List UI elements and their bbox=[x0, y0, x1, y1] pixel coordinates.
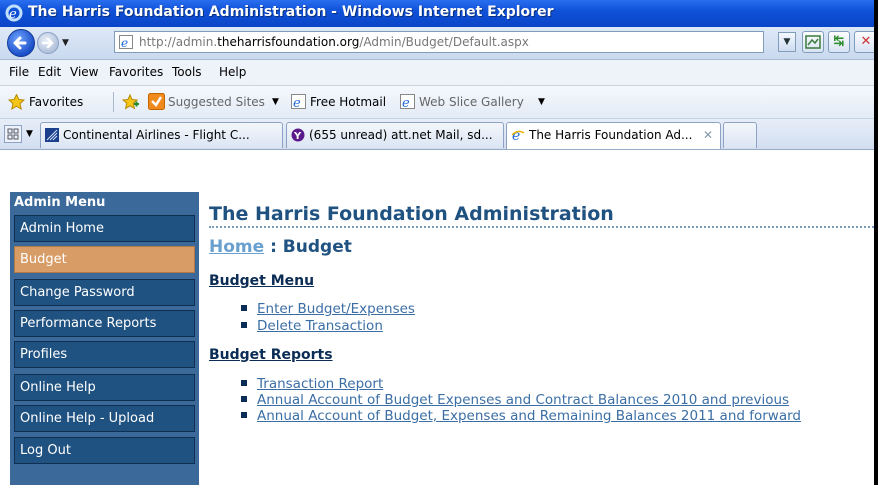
web-slice-dropdown-icon[interactable]: ▼ bbox=[538, 97, 545, 107]
budget-menu-heading: Budget Menu bbox=[209, 273, 315, 289]
forward-arrow-icon bbox=[41, 37, 54, 49]
svg-text:e: e bbox=[512, 128, 520, 142]
window-title: The Harris Foundation Administration - W… bbox=[28, 4, 554, 20]
menu-view[interactable]: View bbox=[70, 65, 98, 79]
continental-icon bbox=[45, 128, 59, 142]
page-ie-icon: e bbox=[119, 35, 133, 49]
stop-icon: ✕ bbox=[860, 34, 872, 49]
forward-button[interactable] bbox=[37, 32, 59, 54]
svg-text:Y: Y bbox=[293, 131, 302, 142]
budget-reports-heading: Budget Reports bbox=[209, 347, 333, 363]
sidebar-item-online-help[interactable]: Online Help bbox=[14, 374, 195, 401]
recent-pages-dropdown-icon[interactable]: ▼ bbox=[62, 38, 69, 48]
navigation-bar: ▼ e http://admin.theharrisfoundation.org… bbox=[0, 27, 874, 60]
web-slice-gallery-link[interactable]: Web Slice Gallery bbox=[419, 95, 524, 109]
svg-text:e: e bbox=[402, 96, 410, 109]
sidebar-item-change-password[interactable]: Change Password bbox=[14, 279, 195, 306]
web-slice-ie-icon: e bbox=[400, 94, 415, 109]
ie-icon: e bbox=[511, 128, 525, 142]
transaction-report-link[interactable]: Transaction Report bbox=[257, 376, 383, 392]
menu-file[interactable]: File bbox=[9, 65, 29, 79]
free-hotmail-link[interactable]: Free Hotmail bbox=[310, 95, 386, 109]
suggested-sites-link[interactable]: Suggested Sites bbox=[168, 95, 265, 109]
favorites-button[interactable]: Favorites bbox=[29, 95, 83, 109]
bullet bbox=[241, 305, 247, 311]
list-item: Annual Account of Budget Expenses and Co… bbox=[241, 393, 789, 407]
breadcrumb-home-link[interactable]: Home bbox=[209, 237, 264, 257]
tab-list-dropdown-icon[interactable]: ▼ bbox=[26, 129, 33, 139]
new-tab-button[interactable] bbox=[723, 122, 757, 148]
add-favorites-icon[interactable] bbox=[122, 94, 140, 110]
sidebar-item-admin-home[interactable]: Admin Home bbox=[14, 215, 195, 242]
refresh-button[interactable]: ↹ bbox=[828, 31, 850, 53]
window-edge bbox=[874, 0, 878, 485]
compatibility-view-button[interactable] bbox=[802, 31, 824, 53]
bullet bbox=[241, 412, 247, 418]
sidebar-item-profiles[interactable]: Profiles bbox=[14, 341, 195, 368]
enter-budget-expenses-link[interactable]: Enter Budget/Expenses bbox=[257, 301, 415, 317]
compatibility-icon bbox=[805, 35, 821, 49]
suggested-sites-icon bbox=[148, 93, 165, 110]
delete-transaction-link[interactable]: Delete Transaction bbox=[257, 318, 383, 334]
bullet bbox=[241, 322, 247, 328]
ie-logo-icon: e bbox=[5, 4, 23, 22]
sidebar-item-online-help-upload[interactable]: Online Help - Upload bbox=[14, 405, 195, 432]
list-item: Delete Transaction bbox=[241, 319, 383, 333]
sidebar-item-budget[interactable]: Budget bbox=[14, 246, 195, 273]
menu-bar: File Edit View Favorites Tools Help bbox=[0, 60, 874, 86]
menu-edit[interactable]: Edit bbox=[38, 65, 61, 79]
favorites-star-icon bbox=[8, 94, 25, 110]
page-title: The Harris Foundation Administration bbox=[209, 203, 614, 225]
breadcrumb: Home : Budget bbox=[209, 237, 352, 257]
tab-continental[interactable]: Continental Airlines - Flight C... bbox=[40, 122, 283, 148]
back-arrow-icon bbox=[13, 36, 27, 50]
favorites-bar: Favorites Suggested Sites ▼ e Free Hotma… bbox=[0, 86, 874, 119]
bullet bbox=[241, 396, 247, 402]
svg-text:e: e bbox=[9, 7, 17, 22]
tab-att-mail[interactable]: Y (655 unread) att.net Mail, sd... bbox=[286, 122, 504, 148]
address-dropdown-button[interactable]: ▼ bbox=[778, 32, 796, 52]
favorites-separator bbox=[113, 92, 114, 112]
list-item: Enter Budget/Expenses bbox=[241, 302, 415, 316]
suggested-sites-dropdown-icon[interactable]: ▼ bbox=[272, 97, 279, 107]
yahoo-icon: Y bbox=[291, 128, 305, 142]
svg-text:e: e bbox=[293, 96, 301, 109]
title-bar: e The Harris Foundation Administration -… bbox=[0, 0, 874, 27]
tab-bar: ▼ Continental Airlines - Flight C... Y (… bbox=[0, 119, 874, 150]
quick-tabs-icon bbox=[7, 128, 19, 140]
sidebar-item-log-out[interactable]: Log Out bbox=[14, 437, 195, 464]
sidebar-item-performance-reports[interactable]: Performance Reports bbox=[14, 310, 195, 337]
svg-text:e: e bbox=[121, 36, 128, 49]
quick-tabs-button[interactable] bbox=[4, 125, 22, 143]
address-bar[interactable]: e http://admin.theharrisfoundation.org/A… bbox=[114, 31, 764, 53]
menu-help[interactable]: Help bbox=[219, 65, 246, 79]
menu-favorites[interactable]: Favorites bbox=[109, 65, 163, 79]
title-divider bbox=[209, 226, 874, 228]
annual-account-2010-link[interactable]: Annual Account of Budget Expenses and Co… bbox=[257, 392, 789, 408]
bullet bbox=[241, 380, 247, 386]
back-button[interactable] bbox=[7, 29, 35, 57]
close-tab-icon[interactable]: ✕ bbox=[703, 128, 713, 142]
annual-account-2011-link[interactable]: Annual Account of Budget, Expenses and R… bbox=[257, 408, 801, 424]
browser-window: e The Harris Foundation Administration -… bbox=[0, 0, 874, 485]
refresh-icon: ↹ bbox=[833, 34, 845, 49]
list-item: Annual Account of Budget, Expenses and R… bbox=[241, 409, 801, 423]
address-url[interactable]: http://admin.theharrisfoundation.org/Adm… bbox=[139, 35, 529, 49]
tab-harris-foundation[interactable]: e The Harris Foundation Ad... ✕ bbox=[506, 122, 721, 149]
sidebar-title: Admin Menu bbox=[14, 195, 106, 210]
stop-button[interactable]: ✕ bbox=[854, 31, 874, 53]
menu-tools[interactable]: Tools bbox=[172, 65, 202, 79]
breadcrumb-current: : Budget bbox=[264, 237, 352, 257]
list-item: Transaction Report bbox=[241, 377, 383, 391]
hotmail-ie-icon: e bbox=[291, 94, 306, 109]
